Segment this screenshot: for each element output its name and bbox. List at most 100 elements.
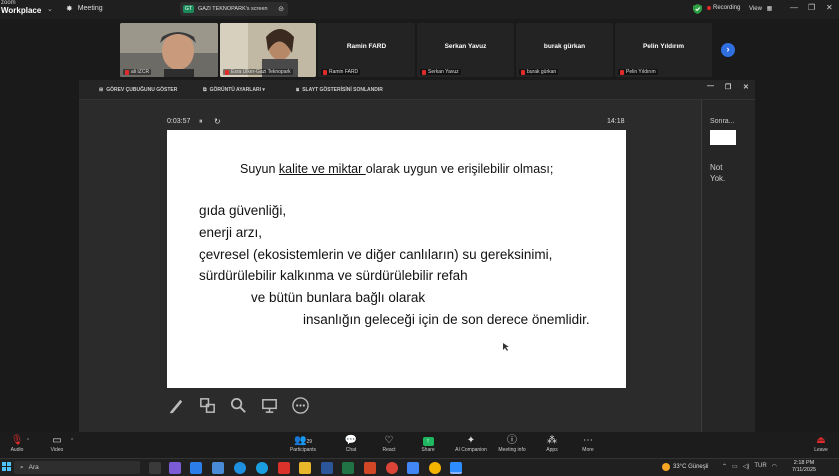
close-icon[interactable]: ✕ — [826, 3, 833, 12]
magnifier-icon[interactable] — [229, 396, 248, 415]
next-slide-thumbnail[interactable] — [710, 130, 736, 145]
presenter-view: 0:03:57 ⏸ ↻ 14:18 Suyun kalite ve miktar… — [79, 100, 701, 432]
os-taskbar: ⌕ Ara 33°C Güneşli ⌃ ▭ ◁) TUR ◠ 2:18 PM … — [0, 458, 839, 476]
participant-label: ali IZCR — [123, 69, 152, 75]
participant-label: Ramin FARD — [321, 69, 361, 75]
taskbar-search[interactable]: ⌕ Ara — [14, 461, 140, 474]
wifi-icon[interactable]: ◠ — [772, 463, 777, 470]
window-restore-icon[interactable]: ❐ — [725, 83, 731, 91]
heart-icon: ♡ — [384, 435, 394, 446]
weather-widget[interactable]: 33°C Güneşli — [662, 463, 708, 471]
display-icon: ⧉ — [203, 87, 207, 93]
recording-indicator[interactable]: Recording — [707, 5, 740, 11]
next-page-button[interactable]: › — [721, 43, 735, 57]
video-button[interactable]: ▭ Video — [46, 435, 68, 453]
slide-bullet: çevresel (ekosistemlerin ve diğer canlıl… — [199, 247, 553, 262]
leave-icon: ⏏ — [816, 435, 826, 446]
show-taskbar-button[interactable]: ⊞ GÖREV ÇUBUĞUNU GÖSTER — [99, 87, 177, 93]
app-icon[interactable] — [212, 462, 224, 474]
participant-strip: ali IZCR Esra Ulker-Gazi Teknopark Ramin… — [98, 20, 743, 80]
leave-button[interactable]: ⏏ Leave — [810, 435, 832, 453]
tab-options-icon[interactable]: ⊝ — [278, 5, 284, 13]
chat-button[interactable]: 💬 Chat — [341, 435, 361, 453]
window-close-icon[interactable]: ✕ — [743, 83, 749, 91]
screen-share-tab[interactable]: GT GAZI TEKNOPARK's screen ⊝ — [180, 2, 288, 16]
pause-icon[interactable]: ⏸ — [199, 118, 203, 126]
browser-icon[interactable] — [256, 462, 268, 474]
mic-muted-icon — [521, 69, 525, 75]
participant-label: Pelin Yıldırım — [618, 69, 658, 75]
participant-label: Serkan Yavuz — [420, 69, 461, 75]
minimize-icon[interactable]: — — [790, 3, 798, 12]
screen-tab-label: GAZI TEKNOPARK's screen — [197, 6, 268, 12]
slide-bullet: enerji arzı, — [199, 225, 263, 240]
apps-icon: ⁂ — [547, 435, 557, 446]
pdf-icon[interactable] — [278, 462, 290, 474]
chrome-icon-2[interactable] — [429, 462, 441, 474]
zoom-taskbar-icon[interactable] — [450, 462, 462, 474]
sun-icon — [662, 463, 670, 471]
participant-tile[interactable]: Ramin FARD Ramin FARD — [318, 23, 415, 77]
chrome-icon[interactable] — [386, 462, 398, 474]
copilot-icon[interactable] — [169, 462, 181, 474]
participant-tile[interactable]: Esra Ulker-Gazi Teknopark — [220, 23, 316, 77]
mic-muted-icon — [422, 69, 426, 75]
language-indicator[interactable]: TUR — [754, 463, 766, 470]
meeting-tab[interactable]: ✸ Meeting — [66, 4, 103, 13]
apps-button[interactable]: ⁂ Apps — [541, 435, 563, 453]
participant-tile[interactable]: ali IZCR — [120, 23, 218, 77]
network-icon[interactable]: ▭ — [732, 463, 738, 470]
share-button[interactable]: ↑ Share — [417, 435, 439, 453]
meeting-info-button[interactable]: ⓘ Meeting info — [496, 435, 528, 453]
end-icon: ⧈ — [296, 87, 300, 93]
window-minimize-icon[interactable]: — — [707, 83, 714, 90]
volume-icon[interactable]: ◁) — [743, 463, 750, 470]
word-icon[interactable] — [321, 462, 333, 474]
audio-button[interactable]: 🎙 Audio — [6, 435, 28, 453]
shield-icon[interactable] — [693, 4, 702, 14]
excel-icon[interactable] — [342, 462, 354, 474]
more-button[interactable]: ⋯ More — [577, 435, 599, 453]
chevron-down-icon[interactable]: ⌄ — [47, 5, 53, 13]
recording-label: Recording — [713, 5, 741, 11]
participant-tile[interactable]: Serkan Yavuz Serkan Yavuz — [417, 23, 514, 77]
system-tray[interactable]: ⌃ ▭ ◁) TUR ◠ — [722, 463, 777, 470]
slides-grid-icon[interactable] — [198, 396, 217, 415]
edge-icon[interactable] — [234, 462, 246, 474]
task-view-icon[interactable] — [149, 462, 161, 474]
more-icon: ⋯ — [583, 435, 593, 446]
presenter-screen-icon[interactable] — [260, 396, 279, 415]
mouse-cursor-icon — [503, 343, 509, 351]
presenter-toolbar: ⊞ GÖREV ÇUBUĞUNU GÖSTER ⧉ GÖRÜNTÜ AYARLA… — [79, 80, 755, 100]
more-options-icon[interactable] — [291, 396, 310, 415]
windows-start-icon[interactable] — [2, 462, 11, 471]
participants-button[interactable]: 👥29 Participants — [286, 435, 320, 453]
react-button[interactable]: ♡ React — [378, 435, 400, 453]
no-notes-text: Not Yok. — [710, 163, 726, 183]
search-input: Ara — [28, 464, 39, 471]
maximize-icon[interactable]: ❐ — [808, 3, 815, 12]
store-icon[interactable] — [190, 462, 202, 474]
presenter-tools — [167, 396, 310, 415]
participant-tile[interactable]: Pelin Yıldırım Pelin Yıldırım — [615, 23, 712, 77]
app-icon-2[interactable] — [407, 462, 419, 474]
chevron-up-icon[interactable]: ⌃ — [722, 463, 727, 470]
shared-screen: ⊞ GÖREV ÇUBUĞUNU GÖSTER ⧉ GÖRÜNTÜ AYARLA… — [79, 80, 755, 432]
zoom-workplace-logo[interactable]: Workplace — [1, 6, 41, 15]
pen-icon[interactable] — [167, 396, 186, 415]
powerpoint-icon[interactable] — [364, 462, 376, 474]
participant-tile[interactable]: burak gürkan burak gürkan — [516, 23, 613, 77]
next-slide-title: Sonra... — [710, 118, 735, 125]
chat-icon: 💬 — [344, 435, 358, 446]
folder-icon[interactable] — [299, 462, 311, 474]
display-settings-button[interactable]: ⧉ GÖRÜNTÜ AYARLARI ▾ — [203, 87, 265, 93]
view-label: View — [749, 6, 762, 12]
audio-options-caret[interactable]: ⌃ — [26, 438, 30, 444]
video-options-caret[interactable]: ⌃ — [70, 438, 74, 444]
end-slideshow-button[interactable]: ⧈ SLAYT GÖSTERİSİNİ SONLANDIR — [296, 87, 383, 93]
restart-icon[interactable]: ↻ — [214, 117, 221, 126]
mic-muted-icon — [125, 69, 129, 75]
view-button[interactable]: View ▦ — [749, 5, 772, 12]
ai-companion-button[interactable]: ✦ AI Companion — [453, 435, 489, 453]
clock-widget[interactable]: 2:18 PM 7/11/2025 — [792, 460, 816, 474]
